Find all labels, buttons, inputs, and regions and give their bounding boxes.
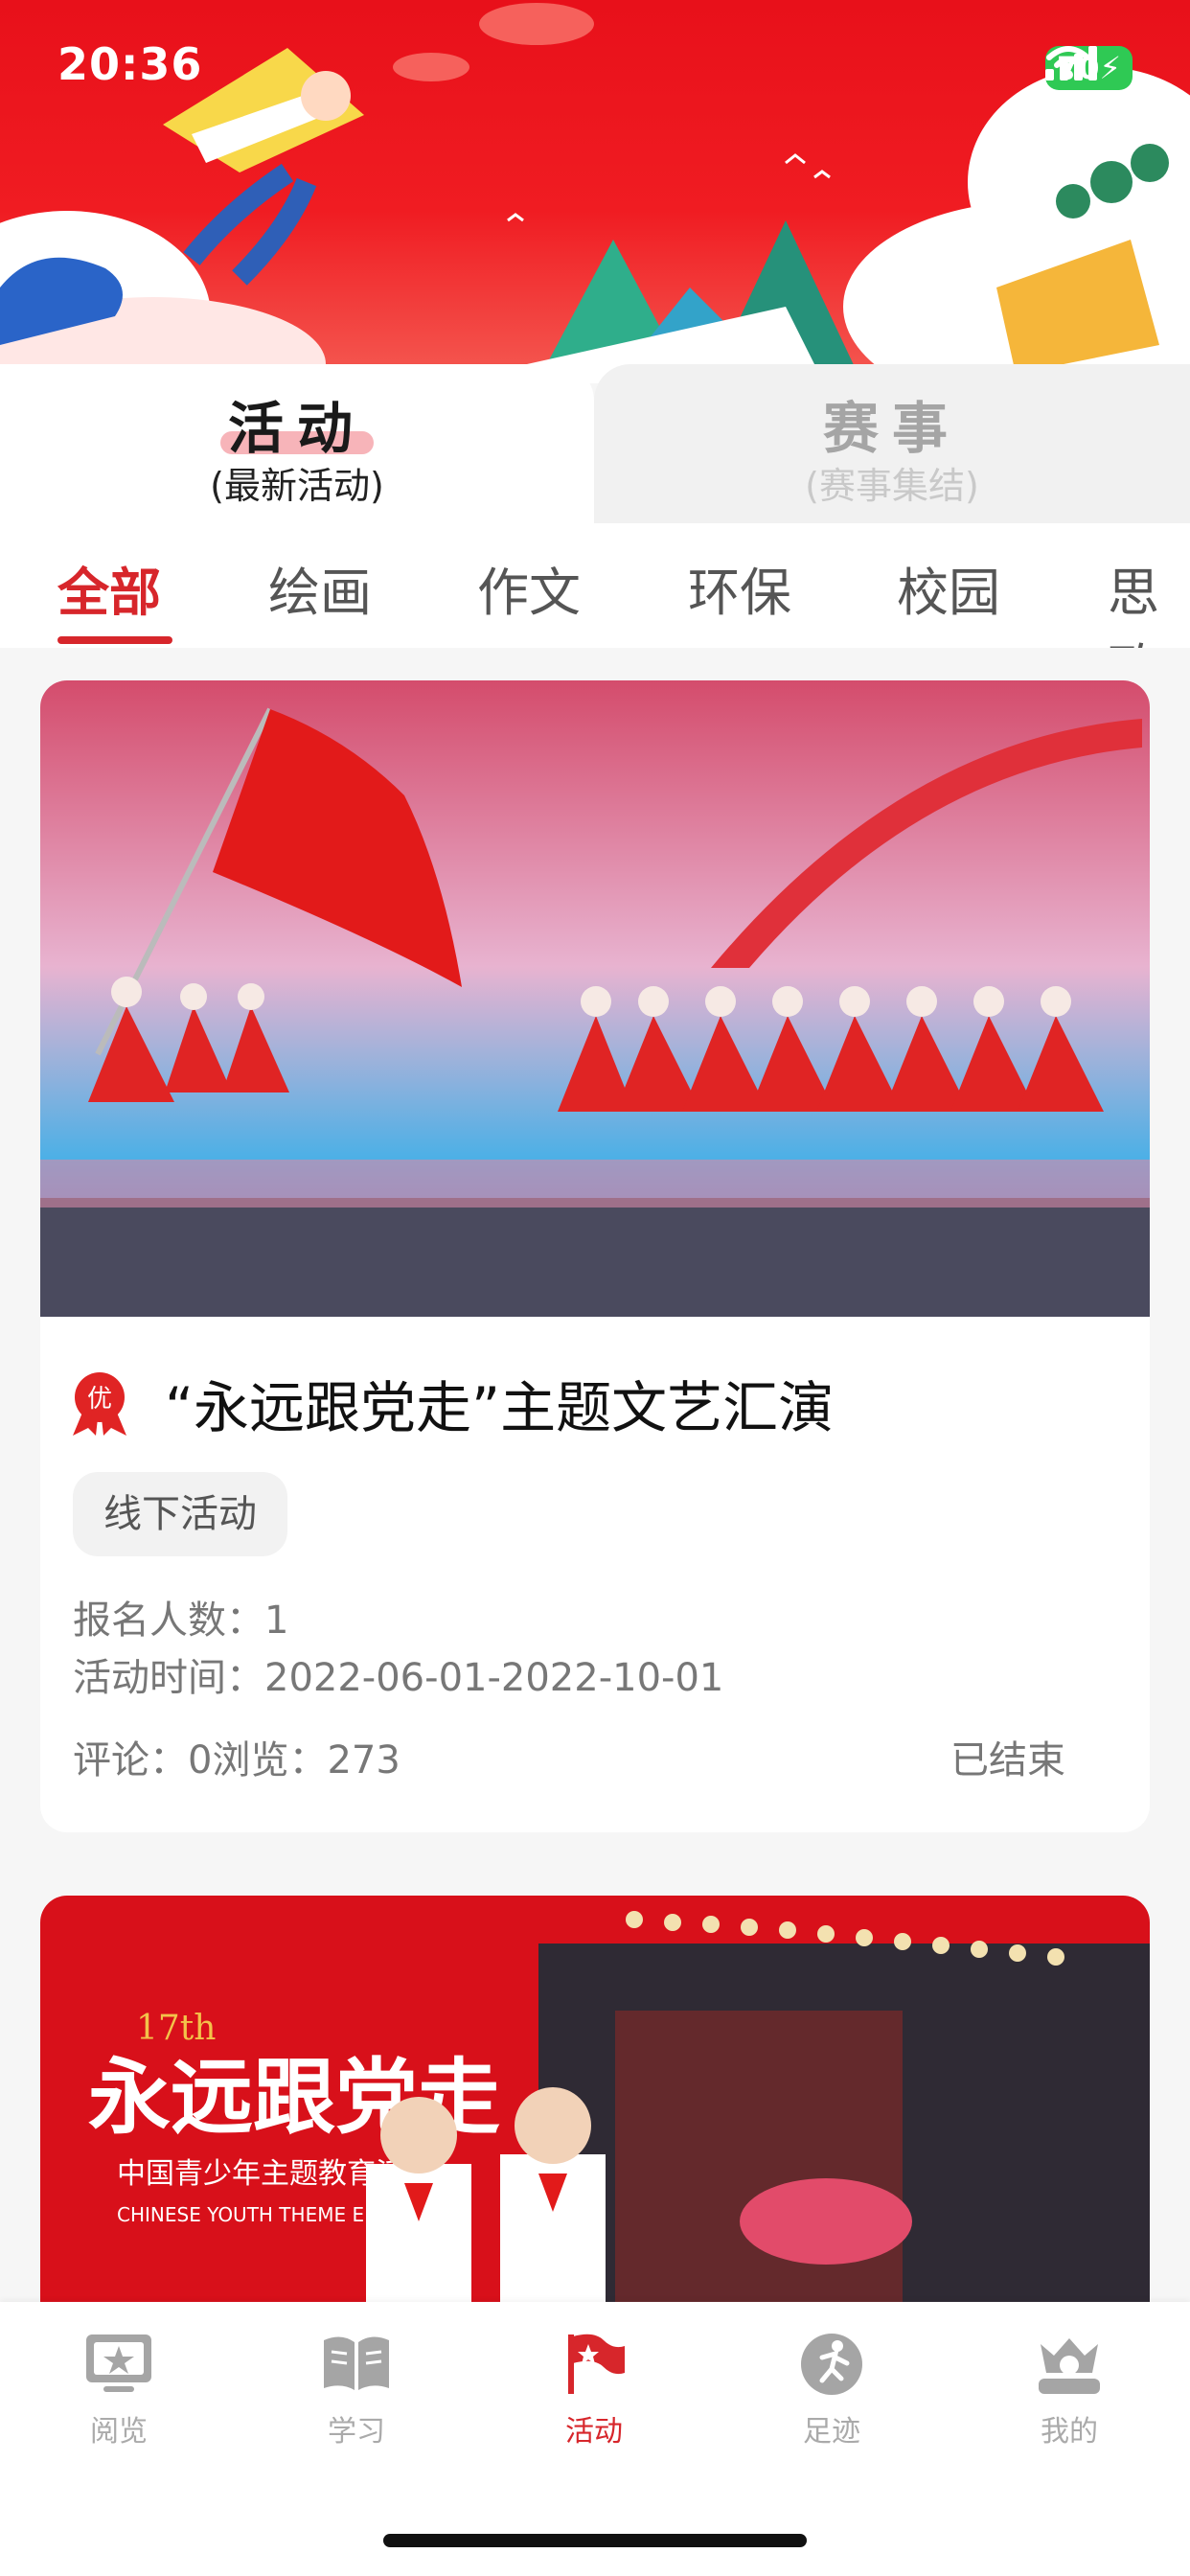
wifi-icon (1046, 46, 1090, 80)
reading-icon (86, 2334, 151, 2392)
nav-footprint-label: 足迹 (803, 2415, 860, 2449)
stats-row: 评论：0浏览：273 (73, 1729, 400, 1784)
activity-photo (40, 680, 1150, 1317)
category-bar: 全部 绘画 作文 环保 校园 思政 (0, 523, 1190, 648)
category-campus[interactable]: 校园 (897, 550, 1000, 626)
nav-study-label: 学习 (328, 2415, 385, 2449)
activity-time-range: 2022-06-01-2022-10-01 (264, 1656, 724, 1700)
views-label: 浏览： (212, 1738, 328, 1782)
signup-count-row: 报名人数：1 (73, 1589, 288, 1644)
header-banner: 20:36 70⚡ (0, 0, 1190, 383)
activity-photo: 17th 永远跟党走 中国青少年主题教育活动 CHINESE YOUTH THE… (40, 1896, 1150, 2336)
nav-activities[interactable]: 活动 (517, 2331, 671, 2450)
activity-status: 已结束 (950, 1738, 1065, 1782)
signup-count: 1 (264, 1598, 289, 1643)
app-screen: 20:36 70⚡ 活动 (最新活动) (0, 0, 1190, 2576)
category-active-indicator (57, 636, 172, 644)
comments-label: 评论： (73, 1738, 188, 1782)
status-icons: 70⚡ (1045, 46, 1133, 90)
tab-activities[interactable]: 活动 (最新活动) (0, 364, 594, 523)
nav-study[interactable]: 学习 (280, 2331, 433, 2450)
tab-activities-title: 活动 (227, 396, 366, 461)
flag-icon (568, 2334, 625, 2394)
runner-icon (801, 2334, 862, 2395)
svg-text:17th: 17th (136, 2009, 216, 2048)
tab-activities-subtitle: (最新活动) (210, 465, 384, 507)
status-bar: 20:36 70⚡ (0, 0, 1190, 134)
svg-text:优: 优 (87, 1385, 112, 1414)
nav-reading-label: 阅览 (90, 2415, 148, 2449)
nav-activities-label: 活动 (565, 2415, 623, 2449)
category-all[interactable]: 全部 (57, 550, 161, 626)
status-time: 20:36 (57, 38, 203, 90)
book-icon (324, 2336, 389, 2390)
activity-time-label: 活动时间： (73, 1656, 264, 1700)
crown-user-icon (1039, 2338, 1100, 2394)
activity-time-row: 活动时间：2022-06-01-2022-10-01 (73, 1646, 723, 1702)
nav-profile[interactable]: 我的 (993, 2331, 1146, 2450)
category-essay[interactable]: 作文 (477, 550, 581, 626)
activity-card[interactable]: 优 “永远跟党走”主题文艺汇演 线下活动 报名人数：1 活动时间：2022-06… (40, 680, 1150, 1832)
tab-events-subtitle: (赛事集结) (805, 465, 979, 507)
activity-card[interactable]: 17th 永远跟党走 中国青少年主题教育活动 CHINESE YOUTH THE… (40, 1896, 1150, 2336)
comments-count: 0 (188, 1738, 213, 1782)
tab-events[interactable]: 赛事 (赛事集结) (594, 364, 1190, 523)
views-count: 273 (327, 1738, 400, 1782)
nav-footprint[interactable]: 足迹 (755, 2331, 908, 2450)
home-indicator[interactable] (383, 2534, 807, 2547)
activity-event-tabs: 活动 (最新活动) 赛事 (赛事集结) (0, 364, 1190, 523)
activity-type-tag: 线下活动 (73, 1472, 287, 1556)
nav-reading[interactable]: 阅览 (42, 2331, 195, 2450)
category-environment[interactable]: 环保 (688, 550, 791, 626)
category-painting[interactable]: 绘画 (268, 550, 372, 626)
activity-title: “永远跟党走”主题文艺汇演 (165, 1375, 835, 1440)
nav-profile-label: 我的 (1041, 2415, 1098, 2449)
excellent-badge-icon: 优 (73, 1372, 126, 1436)
tab-events-title: 赛事 (822, 396, 961, 461)
category-ideology[interactable]: 思政 (1108, 550, 1190, 648)
signup-label: 报名人数： (73, 1598, 264, 1643)
